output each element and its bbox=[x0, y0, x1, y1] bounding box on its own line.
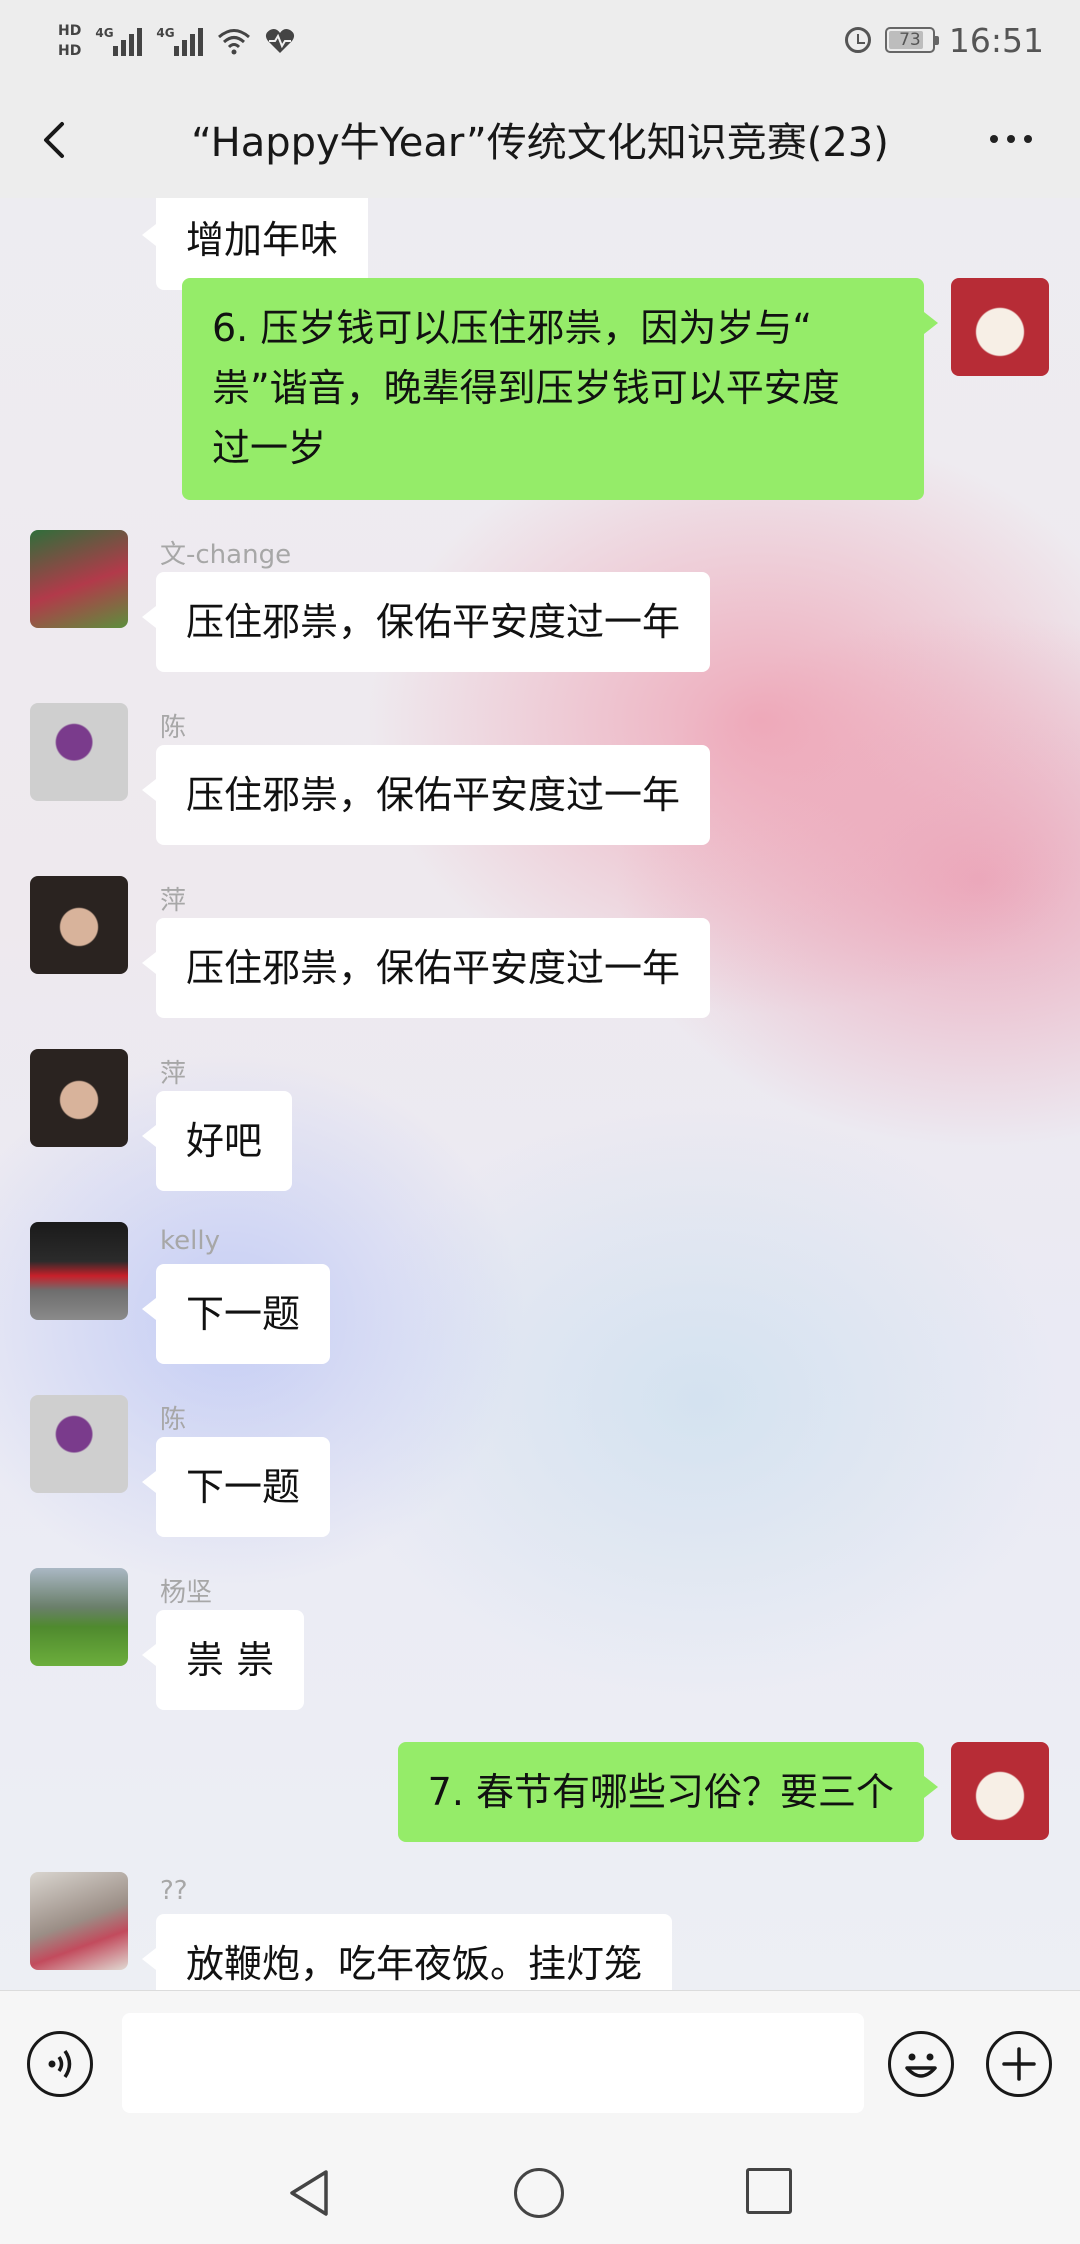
sender-name: kelly bbox=[160, 1226, 220, 1256]
signal-icon-2: 4G bbox=[156, 26, 204, 56]
hd1-label: HD bbox=[58, 23, 82, 39]
avatar[interactable] bbox=[30, 1395, 128, 1493]
chat-header: “Happy牛Year”传统文化知识竞赛(23) bbox=[0, 80, 1080, 198]
status-right: 73 16:51 bbox=[844, 14, 1044, 66]
message-input[interactable] bbox=[122, 2013, 864, 2113]
message-bubble[interactable]: 下一题 bbox=[141, 1437, 331, 1537]
sender-name: 文-change bbox=[160, 540, 292, 570]
avatar[interactable] bbox=[30, 530, 128, 628]
message-bubble[interactable]: 下一题 bbox=[141, 1264, 331, 1364]
avatar[interactable] bbox=[30, 1049, 128, 1147]
system-home-icon[interactable] bbox=[514, 2168, 564, 2218]
chat-title: “Happy牛Year”传统文化知识竞赛(23) bbox=[191, 120, 889, 166]
battery-icon: 73 bbox=[884, 27, 939, 53]
avatar[interactable] bbox=[30, 876, 128, 974]
sender-name: 萍 bbox=[160, 1059, 187, 1089]
network-type-2: 4G bbox=[156, 26, 175, 40]
clock-time: 16:51 bbox=[948, 20, 1044, 60]
system-recent-apps-icon[interactable] bbox=[746, 2168, 792, 2214]
message-bubble[interactable]: 压住邪祟，保佑平安度过一年 bbox=[141, 572, 711, 672]
avatar[interactable] bbox=[30, 1222, 128, 1320]
wifi-icon bbox=[218, 29, 251, 55]
avatar[interactable] bbox=[951, 1742, 1049, 1840]
message-line: 过一岁 bbox=[212, 426, 327, 470]
avatar[interactable] bbox=[951, 278, 1049, 376]
alarm-icon bbox=[844, 27, 871, 53]
back-arrow-icon[interactable] bbox=[36, 120, 76, 160]
message-list[interactable]: 增加年味 6. 压岁钱可以压住邪祟，因为岁与“ 祟”谐音，晚辈得到压岁钱可以平安… bbox=[0, 198, 1080, 1990]
avatar[interactable] bbox=[30, 1568, 128, 1666]
message-bubble[interactable]: 放鞭炮，吃年夜饭。挂灯笼 bbox=[141, 1914, 673, 1990]
input-bar bbox=[0, 1990, 1080, 2139]
voice-input-icon[interactable] bbox=[27, 2031, 93, 2097]
message-bubble[interactable]: 增加年味 bbox=[141, 198, 369, 290]
sender-name: 杨坚 bbox=[160, 1578, 213, 1608]
message-bubble[interactable]: 压住邪祟，保佑平安度过一年 bbox=[141, 745, 711, 845]
message-line: 祟”谐音，晚辈得到压岁钱可以平安度 bbox=[212, 366, 840, 410]
battery-level: 73 bbox=[899, 30, 921, 50]
more-functions-plus-icon[interactable] bbox=[986, 2031, 1052, 2097]
sender-name: 陈 bbox=[160, 713, 187, 743]
voice-waves-icon bbox=[48, 2050, 72, 2078]
message-bubble[interactable]: 压住邪祟，保佑平安度过一年 bbox=[141, 918, 711, 1018]
signal-icon: 4G bbox=[95, 26, 143, 56]
status-left: HD HD 4G 4G bbox=[58, 12, 295, 70]
message-bubble[interactable]: 祟 祟 bbox=[141, 1610, 305, 1710]
message-bubble[interactable]: 7. 春节有哪些习俗？要三个 bbox=[397, 1742, 939, 1842]
wechat-chat-screen: { "status_bar": { "hd1": "HD", "hd2": "H… bbox=[0, 0, 1080, 2244]
system-back-icon[interactable] bbox=[282, 2166, 336, 2220]
message-bubble[interactable]: 好吧 bbox=[141, 1091, 293, 1191]
health-heart-icon bbox=[266, 29, 295, 53]
sender-name: 萍 bbox=[160, 886, 187, 916]
sender-name: 陈 bbox=[160, 1405, 187, 1435]
hd2-label: HD bbox=[58, 43, 82, 59]
avatar[interactable] bbox=[30, 703, 128, 801]
message-line: 6. 压岁钱可以压住邪祟，因为岁与“ bbox=[212, 306, 813, 350]
avatar[interactable] bbox=[30, 1872, 128, 1970]
system-navigation-bar bbox=[0, 2138, 1080, 2244]
more-options-icon[interactable] bbox=[990, 124, 1040, 154]
hd-indicator: HD HD bbox=[58, 23, 81, 59]
network-type-1: 4G bbox=[95, 26, 114, 40]
sender-name: ?? bbox=[160, 1876, 188, 1906]
message-bubble[interactable]: 6. 压岁钱可以压住邪祟，因为岁与“ 祟”谐音，晚辈得到压岁钱可以平安度 过一岁 bbox=[182, 278, 938, 500]
status-bar: HD HD 4G 4G 73 16:51 bbox=[0, 0, 1080, 80]
emoji-icon[interactable] bbox=[888, 2031, 954, 2097]
